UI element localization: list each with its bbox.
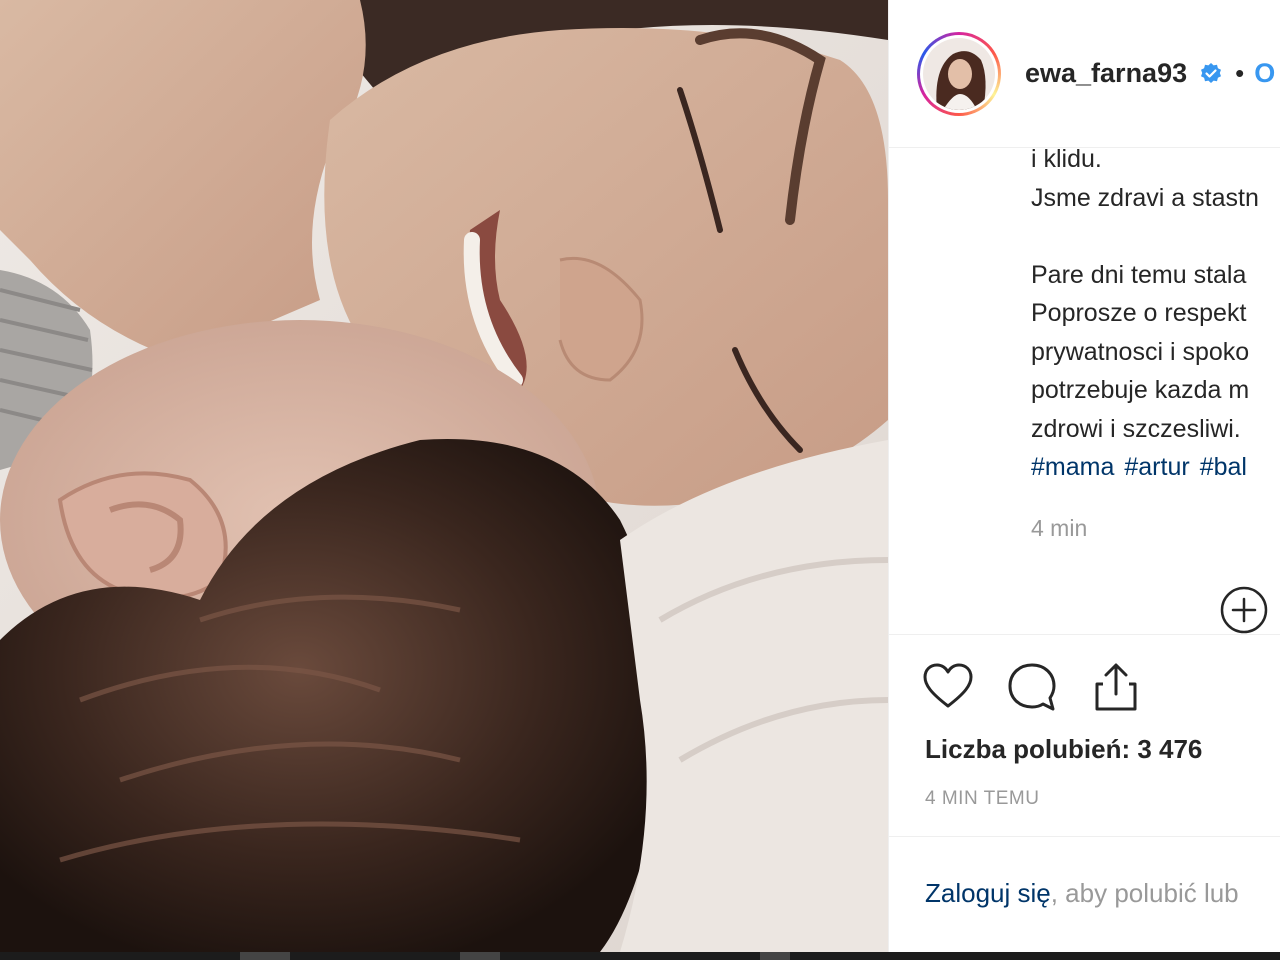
login-prompt-text: , aby polubić lub <box>1050 878 1239 908</box>
follow-button[interactable]: O <box>1254 58 1275 89</box>
login-prompt: Zaloguj się, aby polubić lub <box>925 878 1239 909</box>
comment-icon[interactable] <box>1005 660 1059 714</box>
post-side-panel: ewa_farna93 • O i klidu. Jsme zdravi a s… <box>888 0 1280 952</box>
caption-timestamp: 4 min <box>1031 515 1088 541</box>
post-photo[interactable] <box>0 0 888 952</box>
hashtag-link[interactable]: #mama <box>1031 453 1114 481</box>
divider <box>889 634 1280 635</box>
verified-badge-icon <box>1201 62 1222 83</box>
caption-line: zdrowi i szczesliwi. <box>1031 414 1241 443</box>
caption-line: Pare dni temu stala <box>1031 260 1247 289</box>
hashtag-link[interactable]: #artur <box>1124 453 1189 481</box>
plus-circle-icon[interactable] <box>1219 585 1269 635</box>
caption-line: Jsme zdravi a stastn <box>1031 183 1259 212</box>
separator-dot: • <box>1235 58 1245 88</box>
caption-line: i klidu. <box>1031 145 1102 173</box>
username-link[interactable]: ewa_farna93 <box>1025 58 1187 89</box>
bottom-strip <box>0 952 1280 960</box>
post-actions <box>921 660 1173 714</box>
heart-icon[interactable] <box>921 660 975 714</box>
post-timestamp: 4 MIN TEMU <box>925 788 1040 809</box>
hashtag-link[interactable]: #bal <box>1200 453 1247 481</box>
post-caption: i klidu. Jsme zdravi a stastn Pare dni t… <box>1031 140 1280 487</box>
share-icon[interactable] <box>1089 660 1143 714</box>
post-header: ewa_farna93 • O <box>889 0 1280 148</box>
login-link[interactable]: Zaloguj się <box>925 878 1051 908</box>
caption-line: prywatnosci i spoko <box>1031 337 1250 366</box>
caption-line: Poprosze o respekt <box>1031 299 1247 327</box>
photo-image <box>0 0 888 952</box>
divider <box>889 836 1280 837</box>
profile-avatar[interactable] <box>917 31 1001 116</box>
caption-line: potrzebuje kazda m <box>1031 376 1250 404</box>
avatar-image <box>923 37 995 110</box>
likes-count[interactable]: Liczba polubień: 3 476 <box>925 734 1202 765</box>
caption-hashtags: #mama #artur #bal <box>1031 448 1280 487</box>
